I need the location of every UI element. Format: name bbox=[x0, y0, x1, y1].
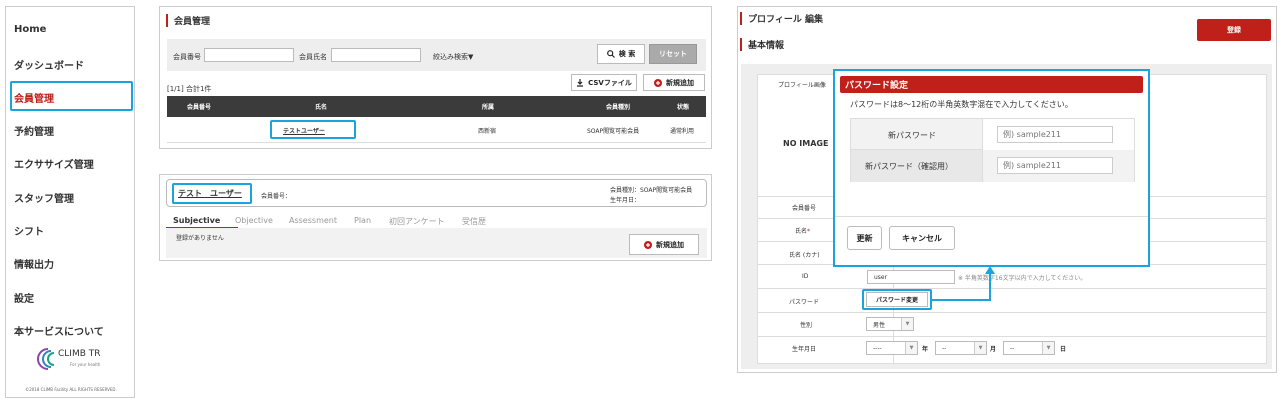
search-button[interactable]: 検 索 bbox=[597, 44, 645, 64]
member-type: SOAP閲覧可能会員 bbox=[587, 128, 640, 135]
page-title: 会員管理 bbox=[166, 14, 210, 27]
col-status: 状態 bbox=[677, 104, 690, 111]
chevron-down-icon: ▼ bbox=[1042, 342, 1054, 354]
result-count: [1/1] 合計1件 bbox=[167, 85, 212, 93]
update-button[interactable]: 更新 bbox=[847, 226, 882, 250]
chevron-down-icon: ▼ bbox=[974, 342, 986, 354]
member-affiliation: 西新宿 bbox=[478, 128, 497, 135]
member-no-input[interactable] bbox=[204, 48, 294, 62]
gender-field-label: 性別 bbox=[800, 322, 813, 329]
logo-subtext: For your health bbox=[70, 362, 101, 367]
birth-month-select[interactable]: -- ▼ bbox=[935, 341, 987, 355]
member-header-card: テスト ユーザー 会員番号： 会員種別：SOAP閲覧可能会員 生年月日： bbox=[166, 179, 707, 207]
modal-instruction: パスワードは8～12桁の半角英数字混在で入力してください。 bbox=[850, 100, 1073, 109]
tab-subjective[interactable]: Subjective bbox=[173, 216, 220, 225]
day-unit: 日 bbox=[1060, 346, 1067, 353]
col-member-type: 会員種別 bbox=[606, 104, 631, 111]
sidebar-item-settings[interactable]: 設定 bbox=[14, 290, 34, 305]
member-no-label: 会員番号： bbox=[261, 193, 292, 200]
birth-year-select[interactable]: ---- ▼ bbox=[866, 341, 918, 355]
empty-message: 登録がありません bbox=[176, 235, 224, 242]
tab-history[interactable]: 受信歴 bbox=[462, 216, 486, 227]
gender-select[interactable]: 男性 ▼ bbox=[866, 317, 914, 331]
tab-objective[interactable]: Objective bbox=[235, 216, 273, 225]
member-status: 通常利用 bbox=[670, 128, 695, 135]
add-member-button[interactable]: 新規追加 bbox=[643, 74, 705, 91]
col-member-no: 会員番号 bbox=[187, 104, 212, 111]
birthdate-line: 生年月日： bbox=[610, 197, 641, 204]
member-detail-name: テスト ユーザー bbox=[178, 189, 242, 198]
col-affiliation: 所属 bbox=[482, 104, 495, 111]
brand-logo: CLIMB TR For your health bbox=[36, 345, 116, 373]
profile-edit-title: プロフィール 編集 bbox=[740, 12, 823, 25]
member-name-input[interactable] bbox=[331, 48, 421, 62]
csv-export-button[interactable]: CSVファイル bbox=[571, 74, 637, 91]
register-button[interactable]: 登録 bbox=[1197, 19, 1271, 41]
member-no-label: 会員番号 bbox=[173, 53, 201, 61]
search-icon bbox=[606, 50, 615, 58]
confirm-password-label: 新パスワード（確認用） bbox=[865, 162, 953, 171]
sidebar-item-staff[interactable]: スタッフ管理 bbox=[14, 190, 74, 205]
add-record-button[interactable]: 新規追加 bbox=[629, 234, 699, 255]
member-type-line: 会員種別：SOAP閲覧可能会員 bbox=[610, 187, 693, 194]
advanced-filter-toggle[interactable]: 絞込み検索▼ bbox=[433, 52, 473, 62]
sidebar-item-about[interactable]: 本サービスについて bbox=[14, 323, 104, 338]
member-detail-panel: テスト ユーザー 会員番号： 会員種別：SOAP閲覧可能会員 生年月日： Sub… bbox=[159, 174, 712, 261]
member-name-label: 会員氏名 bbox=[299, 53, 327, 61]
plus-circle-icon bbox=[654, 78, 662, 87]
sidebar-item-export[interactable]: 情報出力 bbox=[14, 256, 54, 271]
copyright: ©2018 CLIMB Facility ALL RIGHTS RESERVED… bbox=[25, 387, 117, 392]
password-modal: パスワード設定 パスワードは8～12桁の半角英数字混在で入力してください。 新パ… bbox=[833, 69, 1150, 267]
member-list-panel: 会員管理 会員番号 会員氏名 絞込み検索▼ 検 索 リセット [1/1] 合計1… bbox=[159, 6, 712, 149]
new-password-input[interactable] bbox=[997, 126, 1113, 143]
sidebar-item-dashboard[interactable]: ダッシュボード bbox=[14, 57, 84, 72]
download-icon bbox=[577, 78, 584, 87]
id-field-label: ID bbox=[802, 273, 809, 280]
reset-button[interactable]: リセット bbox=[649, 44, 697, 64]
name-field-label: 氏名* bbox=[795, 228, 811, 235]
sidebar-item-reservations[interactable]: 予約管理 bbox=[14, 123, 54, 138]
section-title: 基本情報 bbox=[740, 38, 784, 51]
password-form: 新パスワード 新パスワード（確認用） bbox=[850, 118, 1135, 182]
required-mark: * bbox=[807, 228, 811, 235]
birth-day-select[interactable]: -- ▼ bbox=[1003, 341, 1055, 355]
chevron-down-icon: ▼ bbox=[901, 318, 913, 330]
table-row: テストユーザー 西新宿 SOAP閲覧可能会員 通常利用 bbox=[167, 117, 706, 143]
tab-plan[interactable]: Plan bbox=[354, 216, 371, 225]
birthdate-field-label: 生年月日 bbox=[792, 346, 817, 353]
member-table-header: 会員番号 氏名 所属 会員種別 状態 bbox=[167, 96, 706, 117]
member-name-link[interactable]: テストユーザー bbox=[283, 126, 325, 135]
change-password-button[interactable]: パスワード変更 bbox=[866, 292, 928, 307]
col-name: 氏名 bbox=[315, 104, 328, 111]
month-unit: 月 bbox=[990, 346, 997, 353]
member-no-field-label: 会員番号 bbox=[792, 205, 817, 212]
year-unit: 年 bbox=[922, 346, 929, 353]
cancel-button[interactable]: キャンセル bbox=[889, 226, 955, 250]
name-kana-field-label: 氏名 (カナ) bbox=[789, 252, 820, 259]
profile-image-label: プロフィール画像 bbox=[778, 82, 826, 89]
confirm-password-input[interactable] bbox=[997, 157, 1113, 174]
tab-content: 登録がありません 新規追加 bbox=[166, 228, 707, 258]
sidebar-item-shift[interactable]: シフト bbox=[14, 223, 44, 238]
chevron-down-icon: ▼ bbox=[905, 342, 917, 354]
tab-initial-survey[interactable]: 初回アンケート bbox=[389, 216, 445, 227]
new-password-label: 新パスワード bbox=[888, 131, 936, 140]
password-field-label: パスワード bbox=[789, 299, 820, 306]
no-image-placeholder: NO IMAGE bbox=[783, 139, 829, 148]
tab-assessment[interactable]: Assessment bbox=[289, 216, 337, 225]
plus-circle-icon bbox=[644, 240, 652, 249]
search-form: 会員番号 会員氏名 絞込み検索▼ 検 索 リセット bbox=[167, 39, 706, 71]
modal-title: パスワード設定 bbox=[840, 76, 1143, 93]
logo-text: CLIMB TR bbox=[58, 349, 101, 359]
sidebar: Home ダッシュボード 会員管理 予約管理 エクササイズ管理 スタッフ管理 シ… bbox=[5, 6, 135, 398]
sidebar-item-exercises[interactable]: エクササイズ管理 bbox=[14, 156, 94, 171]
sidebar-item-home[interactable]: Home bbox=[14, 24, 46, 35]
active-item-highlight bbox=[10, 81, 133, 111]
